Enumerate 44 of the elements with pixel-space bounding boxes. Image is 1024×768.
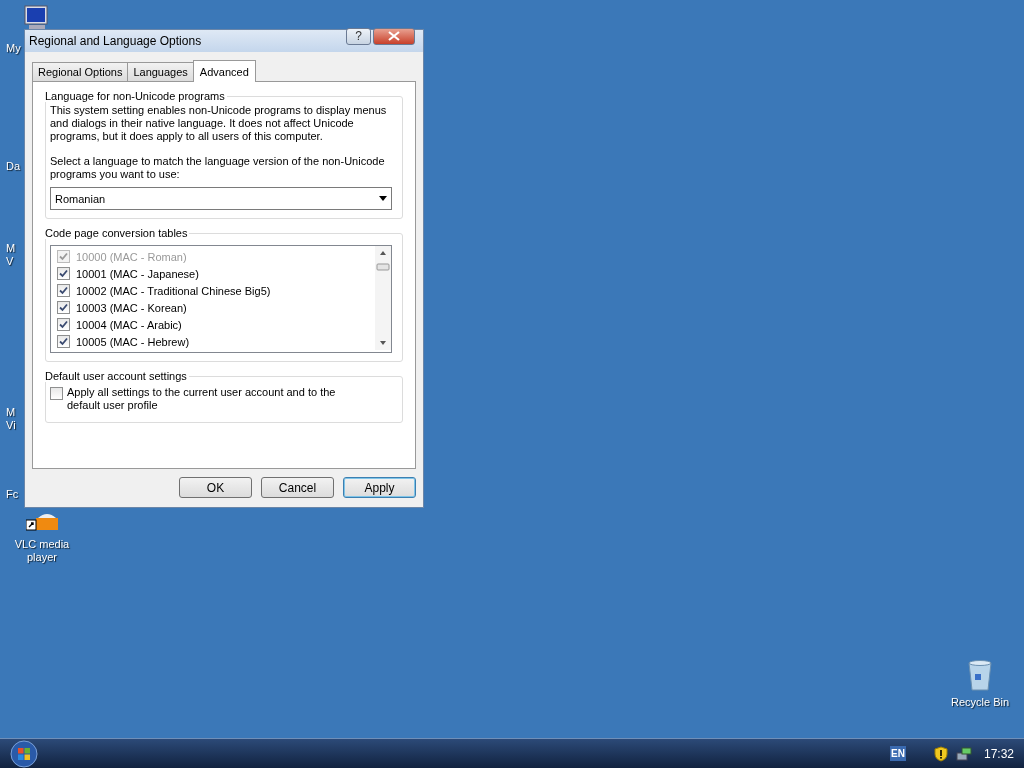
language-indicator[interactable]: EN — [890, 746, 906, 761]
help-button[interactable]: ? — [346, 27, 371, 45]
group-title: Language for non-Unicode programs — [45, 90, 226, 102]
description-text: This system setting enables non-Unicode programs to display menus and dialogs in their native language. It does not affect Unicode programs, but it does apply to all users of this computer. — [50, 104, 388, 143]
desktop-icon-label[interactable]: My — [6, 42, 21, 55]
checkbox[interactable] — [57, 284, 70, 297]
list-item[interactable]: 10001 (MAC - Japanese) — [76, 267, 199, 280]
computer-icon[interactable] — [21, 4, 51, 32]
clock[interactable]: 17:32 — [983, 746, 1014, 761]
tab[interactable]: Regional Options — [32, 62, 129, 81]
checkbox[interactable] — [50, 387, 63, 400]
start-button[interactable] — [10, 739, 38, 768]
desktop-icon-label[interactable]: Recycle Bin — [950, 696, 1010, 709]
caret-icon — [379, 196, 387, 201]
desktop-icon-label[interactable]: VLC media player — [14, 538, 70, 564]
group-title: Default user account settings — [45, 370, 188, 382]
list-item[interactable]: 10005 (MAC - Hebrew) — [76, 335, 190, 348]
network-icon[interactable] — [955, 746, 972, 761]
list-item[interactable]: 10002 (MAC - Traditional Chinese Big5) — [76, 284, 271, 297]
list-item[interactable]: 10004 (MAC - Arabic) — [76, 318, 182, 331]
desktop-icon-label[interactable]: Da — [6, 160, 21, 173]
group-title: Code page conversion tables — [45, 227, 189, 239]
desktop-icon-label[interactable]: M V — [6, 242, 16, 268]
dialog-button[interactable]: OK — [179, 477, 252, 498]
checkbox-label[interactable]: Apply all settings to the current user account and to the default user profile — [67, 386, 367, 412]
close-button[interactable] — [373, 27, 415, 45]
close-icon — [388, 31, 400, 41]
desktop-icon-label[interactable]: M Vi — [6, 406, 16, 432]
shield-icon[interactable] — [933, 745, 948, 762]
window-title: Regional and Language Options — [29, 34, 203, 48]
language-dropdown[interactable]: Romanian — [50, 187, 392, 210]
checkbox[interactable] — [57, 301, 70, 314]
list-item[interactable]: 10003 (MAC - Korean) — [76, 301, 187, 314]
tab[interactable]: Advanced — [192, 60, 256, 82]
scrollbar[interactable] — [375, 246, 391, 350]
dialog-button[interactable]: Apply — [343, 477, 416, 498]
dialog-button[interactable]: Cancel — [261, 477, 334, 498]
desktop-icon-label[interactable]: Fc — [6, 488, 19, 501]
recycle-bin-icon[interactable] — [967, 660, 993, 692]
checkbox[interactable] — [57, 318, 70, 331]
prompt-text: Select a language to match the language version of the non-Unicode programs you want to use: — [50, 155, 386, 181]
checkbox[interactable] — [57, 267, 70, 280]
tab[interactable]: Languages — [127, 62, 194, 81]
checkbox[interactable] — [57, 335, 70, 348]
